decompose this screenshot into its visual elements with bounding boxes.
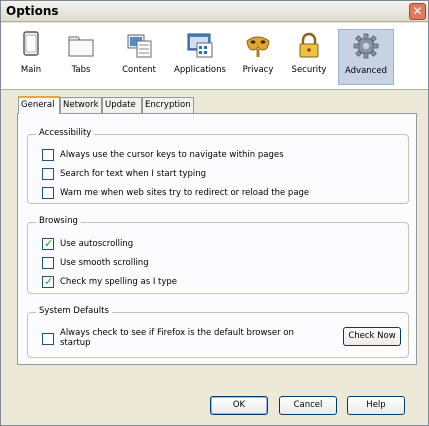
ok-button[interactable]: OK xyxy=(210,396,268,415)
main-window-icon xyxy=(23,31,39,56)
accessibility-group: Accessibility Always use the cursor keys… xyxy=(27,128,409,204)
close-icon: ✕ xyxy=(412,4,423,18)
cancel-button[interactable]: Cancel xyxy=(279,396,337,415)
pane-main-label: Main xyxy=(20,65,42,75)
browsing-group-title: Browsing xyxy=(36,216,81,226)
spell-check-checkbox[interactable] xyxy=(42,275,54,288)
search-typing-checkbox[interactable] xyxy=(42,168,54,180)
system-defaults-group-title: System Defaults xyxy=(36,306,112,316)
pane-privacy-label: Privacy xyxy=(242,65,274,75)
autoscrolling-checkbox[interactable] xyxy=(42,237,54,250)
warn-redirect-label: Warn me when web sites try to redirect o… xyxy=(60,188,310,198)
system-defaults-group: System Defaults Always check to see if F… xyxy=(27,306,409,358)
default-browser-option[interactable]: Always check to see if Firefox is the de… xyxy=(42,327,322,351)
autoscrolling-label: Use autoscrolling xyxy=(60,239,134,249)
default-browser-label-line1: Always check to see if Firefox is the de… xyxy=(60,328,294,338)
default-browser-label: Always check to see if Firefox is the de… xyxy=(60,328,294,348)
window-title: Options xyxy=(6,4,59,18)
spell-check-label: Check my spelling as I type xyxy=(60,277,178,287)
close-button[interactable]: ✕ xyxy=(409,3,426,20)
warn-redirect-checkbox[interactable] xyxy=(42,187,54,199)
search-typing-label: Search for text when I start typing xyxy=(60,169,207,179)
pane-main[interactable]: Main xyxy=(11,29,51,85)
pane-advanced[interactable]: Advanced xyxy=(338,29,394,85)
default-browser-label-line2: startup xyxy=(60,338,91,348)
pane-content-label: Content xyxy=(122,65,156,75)
default-browser-checkbox[interactable] xyxy=(42,333,54,345)
advanced-gear-icon xyxy=(353,33,379,59)
pane-privacy[interactable]: Privacy xyxy=(238,29,278,85)
content-icon xyxy=(127,34,152,58)
tab-update[interactable]: Update xyxy=(102,97,142,113)
pane-security[interactable]: Security xyxy=(286,29,332,85)
pane-tabs-label: Tabs xyxy=(71,65,91,75)
tab-encryption[interactable]: Encryption xyxy=(142,97,194,113)
pane-security-label: Security xyxy=(291,65,327,75)
preferences-toolbar: Main Tabs Content Applications Privacy S… xyxy=(1,23,428,90)
accessibility-group-title: Accessibility xyxy=(36,128,95,138)
privacy-mask-icon xyxy=(246,36,270,57)
help-button[interactable]: Help xyxy=(347,396,405,415)
browsing-group: Browsing Use autoscrolling Use smooth sc… xyxy=(27,216,409,294)
general-tab-panel: Accessibility Always use the cursor keys… xyxy=(17,113,417,365)
smooth-scrolling-label: Use smooth scrolling xyxy=(60,258,149,268)
applications-icon xyxy=(187,33,213,58)
smooth-scrolling-checkbox[interactable] xyxy=(42,257,54,269)
pane-content[interactable]: Content xyxy=(115,29,163,85)
pane-applications-label: Applications xyxy=(174,65,226,75)
cursor-keys-checkbox[interactable] xyxy=(42,149,54,161)
tabs-folder-icon xyxy=(68,36,94,57)
tab-general[interactable]: General xyxy=(18,96,60,114)
title-bar: Options ✕ xyxy=(1,1,428,22)
security-lock-icon xyxy=(299,32,319,58)
options-dialog: Options ✕ Main Tabs Content Applications… xyxy=(0,0,429,426)
tab-network[interactable]: Network xyxy=(60,97,102,113)
check-now-button[interactable]: Check Now xyxy=(343,327,401,346)
pane-tabs[interactable]: Tabs xyxy=(59,29,103,85)
pane-advanced-label: Advanced xyxy=(345,66,387,76)
cursor-keys-label: Always use the cursor keys to navigate w… xyxy=(60,150,284,160)
pane-applications[interactable]: Applications xyxy=(169,29,231,85)
